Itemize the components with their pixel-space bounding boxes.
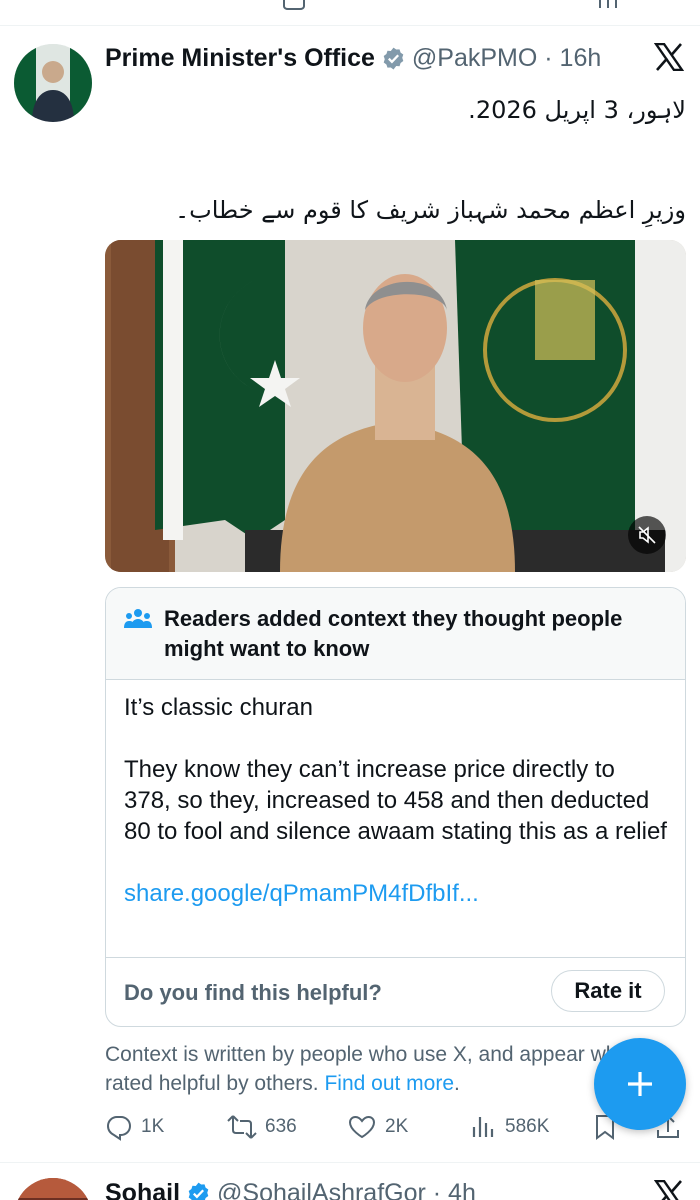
action-icon-partial	[283, 0, 305, 10]
next-tweet-header: Sohail @SohailAshrafGor · 4h	[105, 1178, 476, 1200]
x-logo-icon[interactable]	[654, 43, 684, 71]
rate-it-button[interactable]: Rate it	[551, 970, 665, 1012]
views-button[interactable]: 586K	[471, 1110, 549, 1144]
context-notice: Context is written by people who use X, …	[105, 1040, 665, 1098]
note-source-link[interactable]: share.google/qPmamPM4fDfbIf...	[124, 878, 667, 909]
plus-icon	[628, 1072, 652, 1096]
tweet-text-line-2: وزیرِ اعظم محمد شہباز شریف کا قوم سے خطا…	[175, 196, 686, 224]
like-button[interactable]: 2K	[347, 1110, 408, 1144]
verified-badge-icon[interactable]	[186, 1181, 211, 1200]
tweet-action-bar: 1K 636 2K 586K	[105, 1110, 685, 1144]
view-count: 586K	[505, 1116, 550, 1137]
tweet-header: Prime Minister's Office @PakPMO · 16h	[105, 42, 601, 74]
reply-icon	[106, 1116, 132, 1141]
next-tweet-avatar[interactable]	[14, 1178, 92, 1200]
verified-badge-icon[interactable]	[381, 46, 406, 71]
people-icon	[124, 609, 152, 628]
repost-button[interactable]: 636	[227, 1110, 297, 1144]
avatar[interactable]	[14, 44, 92, 122]
tweet-text-line-1: لاہور، 3 اپریل 2026.	[468, 96, 686, 124]
x-logo-icon[interactable]	[654, 1180, 684, 1200]
tweet-divider	[0, 1162, 700, 1163]
community-note-header: Readers added context they thought peopl…	[106, 588, 685, 680]
next-avatar-photo	[14, 1178, 92, 1200]
community-note: Readers added context they thought peopl…	[105, 587, 686, 1027]
mute-button[interactable]	[628, 516, 666, 554]
next-display-name[interactable]: Sohail	[105, 1179, 180, 1200]
note-text-2: They know they can’t increase price dire…	[124, 756, 667, 845]
avatar-photo	[14, 44, 92, 122]
helpful-question: Do you find this helpful?	[124, 980, 382, 1005]
previous-tweet-edge	[0, 0, 700, 26]
reply-button[interactable]: 1K	[105, 1110, 164, 1144]
repost-icon	[227, 1115, 257, 1139]
community-note-body: It’s classic churan They know they can’t…	[106, 680, 685, 909]
mute-icon	[638, 526, 656, 544]
note-text-1: It’s classic churan	[124, 694, 313, 721]
video-media[interactable]	[105, 240, 686, 572]
community-note-title: Readers added context they thought peopl…	[164, 606, 623, 661]
repost-count: 636	[265, 1116, 297, 1137]
reply-count: 1K	[141, 1116, 165, 1137]
views-icon	[472, 1117, 494, 1137]
display-name[interactable]: Prime Minister's Office	[105, 44, 375, 73]
compose-fab-button[interactable]	[594, 1038, 686, 1130]
context-notice-end: .	[454, 1072, 460, 1095]
action-icon-partial	[599, 0, 617, 8]
video-frame	[105, 240, 686, 572]
like-count: 2K	[385, 1116, 409, 1137]
find-out-more-link[interactable]: Find out more	[324, 1072, 454, 1095]
community-note-footer: Do you find this helpful? Rate it	[106, 957, 685, 1026]
next-handle-and-time[interactable]: @SohailAshrafGor · 4h	[217, 1179, 476, 1200]
handle-and-time[interactable]: @PakPMO · 16h	[412, 44, 601, 73]
like-icon	[348, 1115, 376, 1139]
